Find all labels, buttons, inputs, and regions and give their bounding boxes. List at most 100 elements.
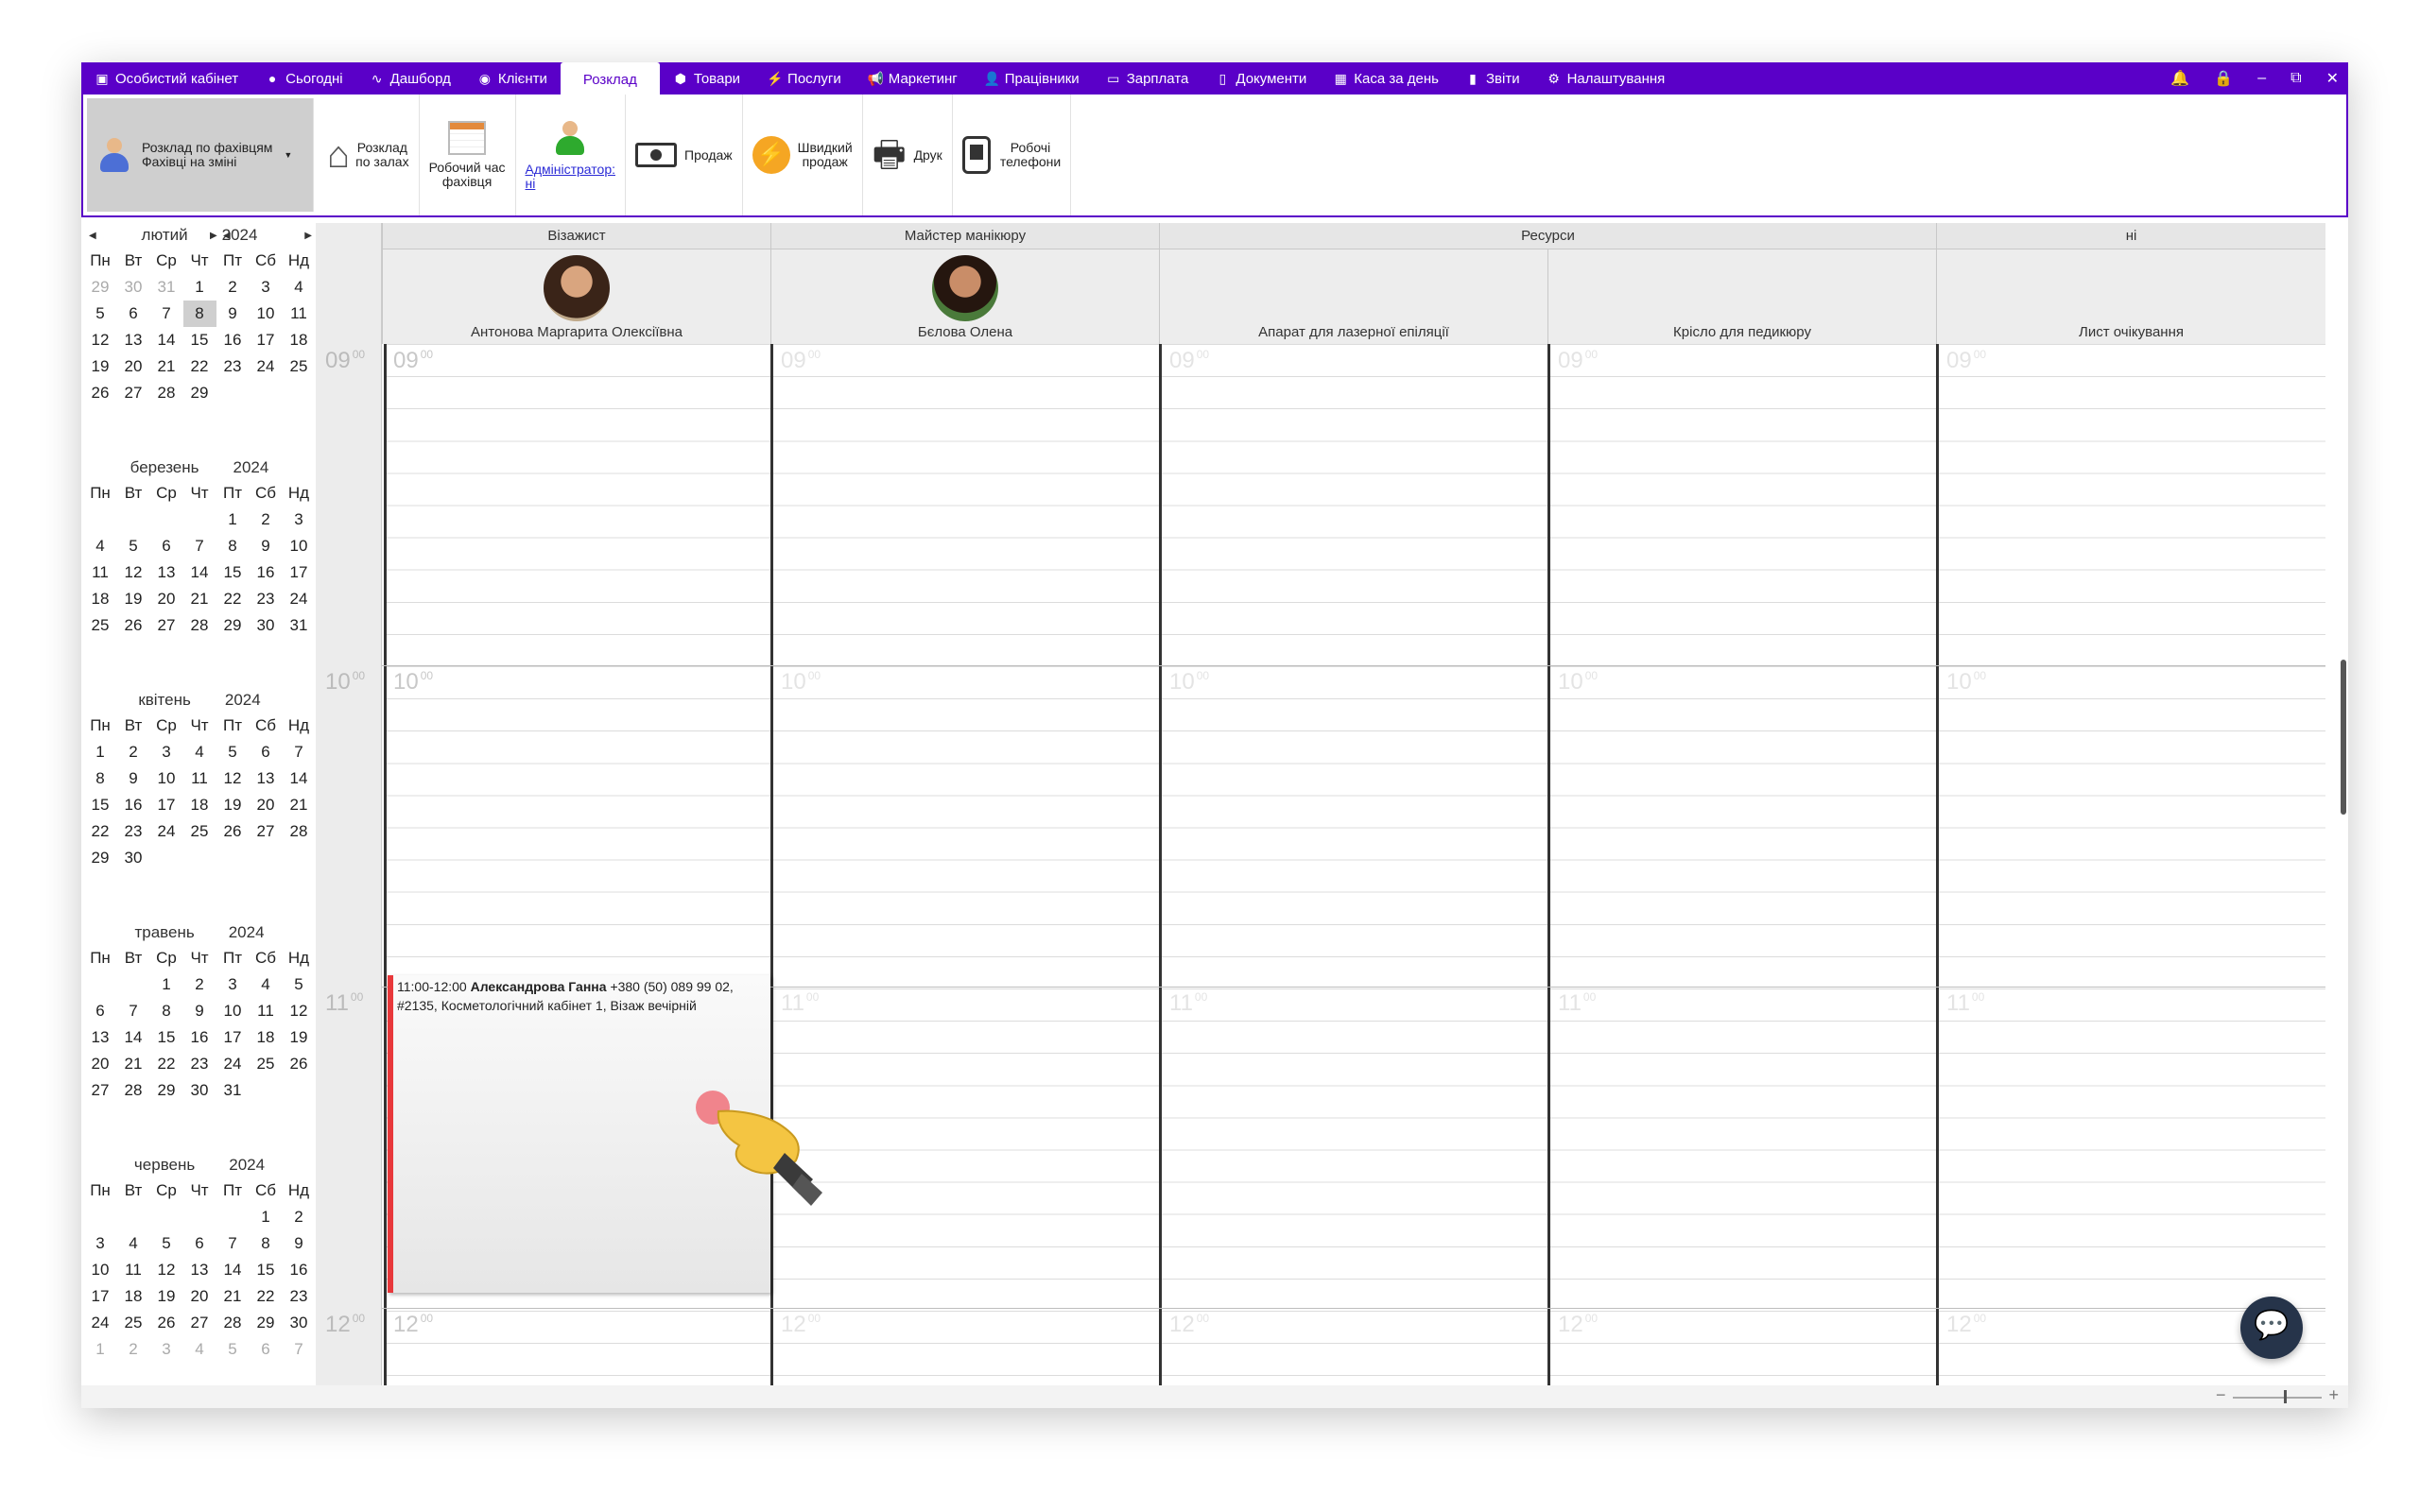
calendar-day[interactable]: 17 bbox=[283, 559, 316, 586]
calendar-day[interactable]: 13 bbox=[250, 765, 283, 792]
calendar-day[interactable]: 2 bbox=[283, 1204, 316, 1230]
next-month-icon[interactable]: ▶ bbox=[210, 231, 217, 241]
calendar-day[interactable]: 30 bbox=[117, 274, 150, 301]
calendar-day[interactable]: 3 bbox=[84, 1230, 117, 1257]
calendar-day[interactable]: 10 bbox=[84, 1257, 117, 1283]
calendar-day[interactable]: 12 bbox=[216, 765, 250, 792]
calendar-day[interactable]: 11 bbox=[283, 301, 316, 327]
calendar-day[interactable]: 23 bbox=[216, 353, 250, 380]
calendar-day[interactable]: 22 bbox=[216, 586, 250, 612]
calendar-day[interactable]: 14 bbox=[150, 327, 183, 353]
calendar-day[interactable]: 21 bbox=[183, 586, 216, 612]
calendar-day[interactable]: 9 bbox=[117, 765, 150, 792]
schedule-column-belova[interactable] bbox=[770, 344, 1159, 1385]
lock-icon[interactable]: 🔒 bbox=[2214, 69, 2233, 88]
calendar-day[interactable]: 31 bbox=[216, 1077, 250, 1104]
calendar-day[interactable]: 20 bbox=[250, 792, 283, 818]
calendar-day[interactable]: 6 bbox=[250, 1336, 283, 1363]
calendar-day[interactable]: 4 bbox=[283, 274, 316, 301]
calendar-day[interactable]: 9 bbox=[216, 301, 250, 327]
calendar-day[interactable]: 1 bbox=[183, 274, 216, 301]
calendar-day[interactable]: 13 bbox=[150, 559, 183, 586]
calendar-day[interactable]: 10 bbox=[250, 301, 283, 327]
calendar-day[interactable]: 26 bbox=[216, 818, 250, 845]
calendar-day[interactable]: 23 bbox=[183, 1051, 216, 1077]
calendar-day[interactable]: 3 bbox=[150, 1336, 183, 1363]
resource-header-antonova[interactable]: Антонова Маргарита Олексіївна bbox=[382, 249, 770, 344]
nav-cabinet[interactable]: ▣ Особистий кабінет bbox=[81, 62, 251, 94]
calendar-day[interactable]: 3 bbox=[216, 971, 250, 998]
calendar-day[interactable]: 14 bbox=[283, 765, 316, 792]
calendar-day[interactable]: 12 bbox=[283, 998, 316, 1024]
calendar-day[interactable]: 17 bbox=[250, 327, 283, 353]
calendar-day[interactable]: 15 bbox=[250, 1257, 283, 1283]
calendar-day[interactable]: 15 bbox=[183, 327, 216, 353]
calendar-day[interactable]: 12 bbox=[117, 559, 150, 586]
calendar-day[interactable]: 10 bbox=[283, 533, 316, 559]
calendar-day[interactable]: 10 bbox=[150, 765, 183, 792]
calendar-day[interactable]: 9 bbox=[283, 1230, 316, 1257]
calendar-day[interactable]: 22 bbox=[183, 353, 216, 380]
calendar-day[interactable]: 13 bbox=[117, 327, 150, 353]
calendar-day[interactable]: 25 bbox=[117, 1310, 150, 1336]
calendar-day[interactable]: 16 bbox=[283, 1257, 316, 1283]
calendar-day[interactable]: 27 bbox=[84, 1077, 117, 1104]
schedule-by-halls-button[interactable]: ⌂ Розклад по залах bbox=[318, 94, 420, 215]
calendar-day[interactable]: 8 bbox=[150, 998, 183, 1024]
calendar-day[interactable]: 31 bbox=[283, 612, 316, 639]
calendar-day[interactable]: 19 bbox=[216, 792, 250, 818]
nav-documents[interactable]: ▯ Документи bbox=[1201, 62, 1320, 94]
print-button[interactable]: 🖶 Друк bbox=[863, 94, 953, 215]
calendar-day[interactable]: 30 bbox=[250, 612, 283, 639]
nav-cash[interactable]: ▦ Каса за день bbox=[1320, 62, 1452, 94]
calendar-day[interactable]: 29 bbox=[250, 1310, 283, 1336]
working-time-button[interactable]: Робочий час фахівця bbox=[420, 94, 516, 215]
calendar-day[interactable]: 6 bbox=[183, 1230, 216, 1257]
calendar-day[interactable]: 2 bbox=[250, 507, 283, 533]
calendar-day[interactable]: 18 bbox=[250, 1024, 283, 1051]
calendar-day[interactable]: 25 bbox=[84, 612, 117, 639]
calendar-day[interactable]: 20 bbox=[150, 586, 183, 612]
calendar-day[interactable]: 29 bbox=[84, 274, 117, 301]
calendar-day[interactable]: 24 bbox=[283, 586, 316, 612]
calendar-day[interactable]: 13 bbox=[183, 1257, 216, 1283]
calendar-day[interactable]: 9 bbox=[183, 998, 216, 1024]
nav-dashboard[interactable]: ∿ Дашборд bbox=[356, 62, 464, 94]
calendar-day[interactable]: 5 bbox=[84, 301, 117, 327]
calendar-day[interactable]: 19 bbox=[150, 1283, 183, 1310]
calendar-day[interactable]: 23 bbox=[250, 586, 283, 612]
calendar-day[interactable]: 16 bbox=[216, 327, 250, 353]
calendar-day[interactable]: 27 bbox=[150, 612, 183, 639]
calendar-day[interactable]: 17 bbox=[216, 1024, 250, 1051]
calendar-day[interactable]: 5 bbox=[283, 971, 316, 998]
calendar-day[interactable]: 14 bbox=[183, 559, 216, 586]
nav-goods[interactable]: ⬢ Товари bbox=[660, 62, 753, 94]
nav-schedule[interactable]: Розклад bbox=[560, 62, 660, 96]
nav-reports[interactable]: ▮ Звіти bbox=[1452, 62, 1533, 94]
calendar-day[interactable]: 25 bbox=[283, 353, 316, 380]
calendar-day[interactable]: 16 bbox=[117, 792, 150, 818]
nav-staff[interactable]: 👤 Працівники bbox=[971, 62, 1093, 94]
calendar-day[interactable]: 21 bbox=[216, 1283, 250, 1310]
calendar-day[interactable]: 30 bbox=[183, 1077, 216, 1104]
calendar-day[interactable]: 1 bbox=[84, 1336, 117, 1363]
calendar-day[interactable]: 11 bbox=[183, 765, 216, 792]
calendar-day[interactable]: 1 bbox=[216, 507, 250, 533]
calendar-day[interactable]: 1 bbox=[84, 739, 117, 765]
work-phones-button[interactable]: Робочі телефони bbox=[953, 94, 1072, 215]
calendar-day[interactable]: 27 bbox=[117, 380, 150, 406]
nav-services[interactable]: ⚡ Послуги bbox=[753, 62, 855, 94]
minimize-icon[interactable]: – bbox=[2257, 70, 2266, 87]
calendar-day[interactable]: 14 bbox=[117, 1024, 150, 1051]
calendar-day[interactable]: 30 bbox=[283, 1310, 316, 1336]
prev-year-icon[interactable]: ◀ bbox=[223, 231, 231, 241]
calendar-day[interactable]: 30 bbox=[117, 845, 150, 871]
calendar-day[interactable]: 23 bbox=[283, 1283, 316, 1310]
calendar-day[interactable]: 18 bbox=[84, 586, 117, 612]
nav-salary[interactable]: ▭ Зарплата bbox=[1093, 62, 1202, 94]
calendar-day[interactable]: 17 bbox=[84, 1283, 117, 1310]
calendar-day[interactable]: 26 bbox=[150, 1310, 183, 1336]
calendar-day[interactable]: 27 bbox=[183, 1310, 216, 1336]
calendar-day[interactable]: 3 bbox=[150, 739, 183, 765]
calendar-day[interactable]: 12 bbox=[150, 1257, 183, 1283]
